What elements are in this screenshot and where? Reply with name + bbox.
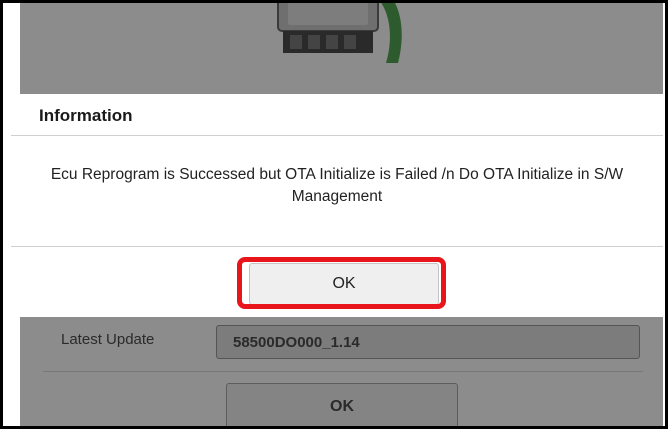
dialog-message: Ecu Reprogram is Successed but OTA Initi… — [50, 166, 624, 205]
dialog-title-divider — [11, 135, 663, 136]
latest-update-value: 58500DO000_1.14 — [233, 334, 360, 351]
background-divider — [43, 371, 643, 372]
latest-update-row: Latest Update 58500DO000_1.14 — [43, 321, 643, 366]
latest-update-label: Latest Update — [61, 331, 155, 348]
information-dialog: Information Ecu Reprogram is Successed b… — [3, 94, 665, 317]
dialog-ok-button[interactable]: OK — [249, 263, 439, 305]
dialog-title: Information — [39, 106, 133, 125]
background-ok-button: OK — [226, 383, 458, 426]
dialog-button-divider — [11, 246, 663, 247]
screen-frame: Latest Update 58500DO000_1.14 OK Informa… — [0, 0, 668, 429]
ecu-module-icon — [277, 3, 402, 63]
latest-update-field: 58500DO000_1.14 — [216, 325, 640, 359]
